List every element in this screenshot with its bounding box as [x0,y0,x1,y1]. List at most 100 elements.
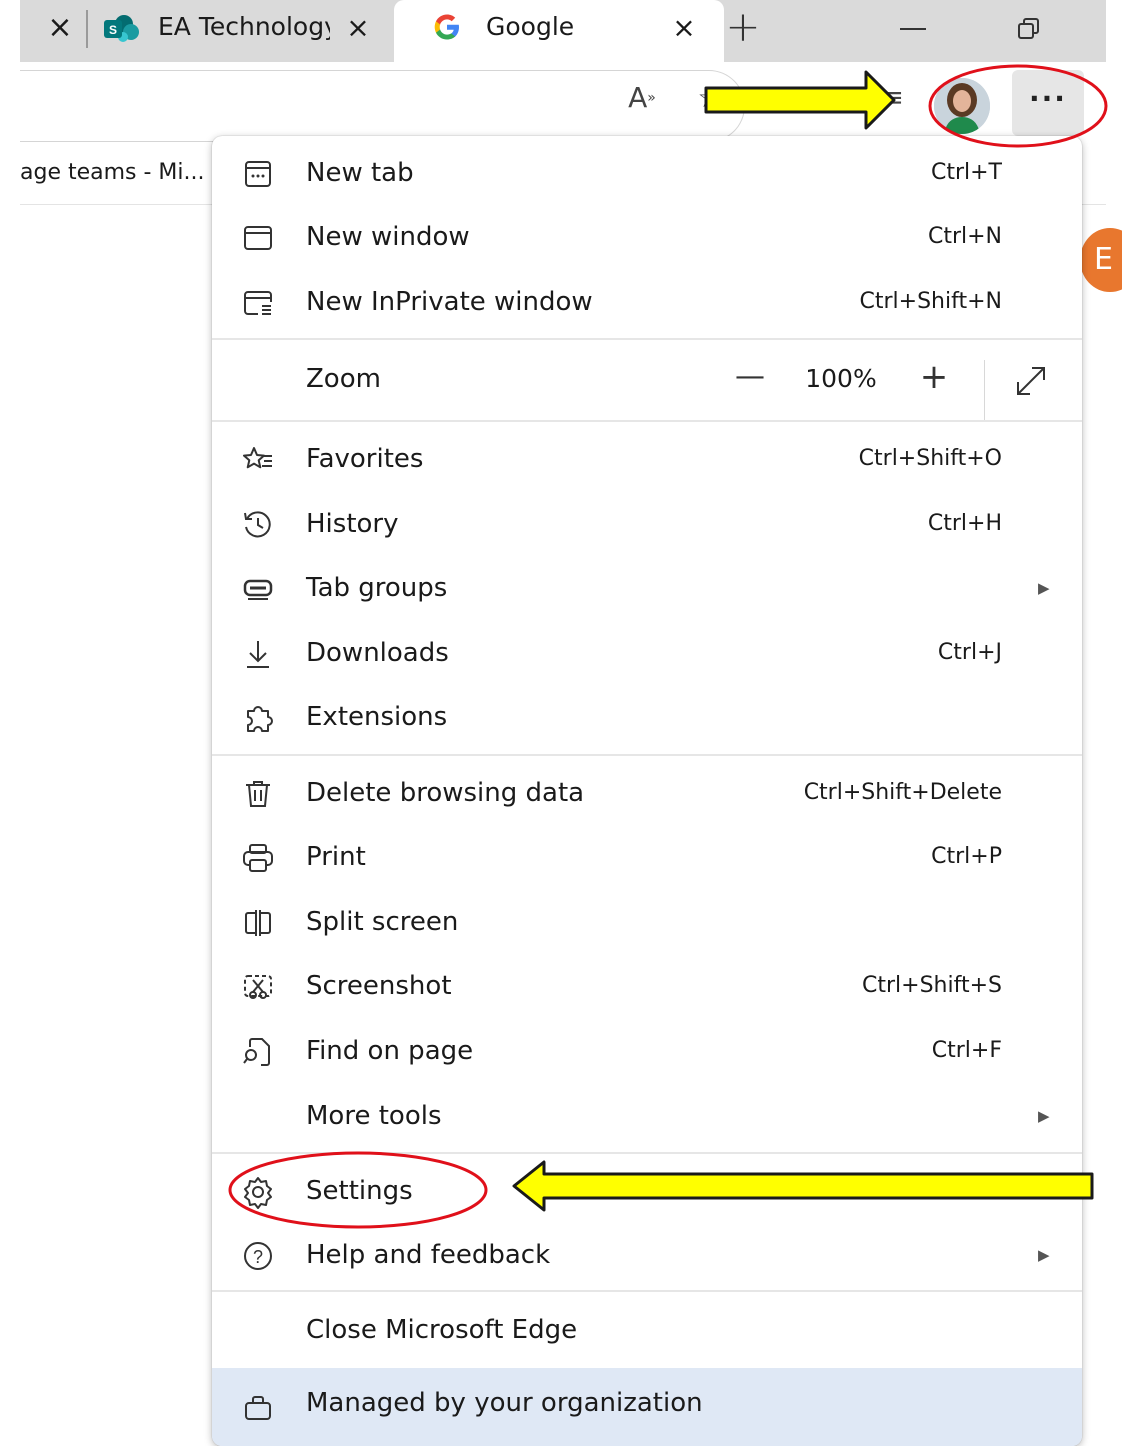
menu-label: Screenshot [306,971,452,1001]
fullscreen-icon[interactable] [1012,362,1050,400]
tab-divider [86,10,88,48]
menu-label: Split screen [306,907,459,937]
new-tab-button[interactable]: + [720,4,766,50]
menu-label: Close Microsoft Edge [306,1315,578,1345]
menu-item-downloads[interactable]: Downloads Ctrl+J [212,622,1082,684]
tab-google[interactable]: Google × [394,0,724,62]
tab-title-ea-technology[interactable]: EA Technology [158,10,330,44]
zoom-divider [984,360,985,422]
new-window-icon [240,220,276,256]
close-icon[interactable]: × [42,8,78,48]
page-edge-right [1106,0,1122,1440]
chevron-right-icon: ▶ [1038,579,1050,597]
zoom-level: 100% [805,364,877,393]
printer-icon [240,840,276,876]
new-tab-icon [240,156,276,192]
menu-shortcut: Ctrl+F [931,1038,1002,1063]
menu-label: History [306,509,399,539]
close-icon[interactable]: × [342,10,374,46]
favorites-icon [240,442,276,478]
sharepoint-icon: S [102,14,140,42]
menu-shortcut: Ctrl+N [927,224,1002,249]
split-screen-icon [240,905,276,941]
download-icon [240,636,276,672]
collections-icon[interactable]: ≡ [882,80,912,116]
menu-label: Downloads [306,638,449,668]
svg-text:?: ? [253,1247,263,1267]
menu-shortcut: Ctrl+T [930,160,1002,185]
help-icon: ? [240,1238,276,1274]
menu-item-find-on-page[interactable]: Find on page Ctrl+F [212,1020,1082,1082]
menu-shortcut: Ctrl+Shift+O [858,446,1002,471]
menu-item-new-window[interactable]: New window Ctrl+N [212,206,1082,268]
zoom-out-button[interactable]: — [732,348,768,410]
menu-item-split-screen[interactable]: Split screen [212,891,1082,953]
close-icon[interactable]: × [668,10,700,46]
inprivate-icon [240,285,276,321]
menu-shortcut: Ctrl+H [927,511,1002,536]
menu-label: Help and feedback [306,1240,551,1270]
menu-item-extensions[interactable]: Extensions [212,686,1082,748]
menu-item-new-inprivate-window[interactable]: New InPrivate window Ctrl+Shift+N [212,271,1082,333]
read-aloud-icon[interactable]: A» [622,78,662,118]
menu-separator [212,1152,1082,1154]
menu-label: Zoom [306,364,381,394]
tab-groups-icon [240,571,276,607]
bookmark-item[interactable]: age teams - Mi... [20,156,216,190]
menu-item-settings[interactable]: Settings [212,1160,1082,1222]
menu-item-screenshot[interactable]: Screenshot Ctrl+Shift+S [212,955,1082,1017]
menu-shortcut: Ctrl+P [931,844,1002,869]
minimize-icon[interactable] [900,28,926,30]
menu-shortcut: Ctrl+Shift+N [859,289,1002,314]
menu-label: Print [306,842,366,872]
restore-icon[interactable] [1016,16,1042,42]
menu-item-new-tab[interactable]: New tab Ctrl+T [212,142,1082,204]
menu-label: New InPrivate window [306,287,593,317]
menu-label: Favorites [306,444,424,474]
gear-icon [240,1174,276,1210]
page-edge-left [0,0,20,1440]
history-icon [240,507,276,543]
google-icon [432,12,462,44]
menu-item-close-microsoft-edge[interactable]: Close Microsoft Edge [212,1299,1082,1361]
extensions-icon [240,700,276,736]
menu-label: New tab [306,158,414,188]
menu-item-delete-browsing-data[interactable]: Delete browsing data Ctrl+Shift+Delete [212,762,1082,824]
screenshot-icon [240,969,276,1005]
zoom-in-button[interactable]: + [916,348,952,410]
svg-text:S: S [109,23,117,37]
menu-shortcut: Ctrl+J [937,640,1002,665]
menu-label: Managed by your organization [306,1388,703,1418]
menu-label: More tools [306,1101,442,1131]
menu-separator [212,1290,1082,1292]
menu-label: Extensions [306,702,448,732]
menu-label: Settings [306,1176,413,1206]
managed-by-org-banner[interactable]: Managed by your organization [212,1368,1082,1446]
menu-item-history[interactable]: History Ctrl+H [212,493,1082,555]
chevron-right-icon: ▶ [1038,1246,1050,1264]
find-icon [240,1034,276,1070]
menu-shortcut: Ctrl+Shift+Delete [803,780,1002,805]
tab-title-google: Google [486,12,575,41]
trash-icon [240,776,276,812]
toolbar: A» ☆ ≡ ··· [20,62,1106,144]
menu-separator [212,338,1082,340]
menu-label: Find on page [306,1036,474,1066]
menu-item-zoom: Zoom — 100% + [212,348,1082,422]
menu-item-tab-groups[interactable]: Tab groups ▶ [212,557,1082,619]
menu-item-help-and-feedback[interactable]: ? Help and feedback ▶ [212,1224,1082,1286]
more-button[interactable]: ··· [1012,70,1084,136]
menu-shortcut: Ctrl+Shift+S [862,973,1002,998]
page-account-avatar[interactable]: E [1080,228,1122,292]
menu-label: New window [306,222,470,252]
menu-item-print[interactable]: Print Ctrl+P [212,826,1082,888]
menu-separator [212,420,1082,422]
menu-separator [212,754,1082,756]
menu-label: Delete browsing data [306,778,585,808]
avatar[interactable] [934,78,990,134]
star-icon[interactable]: ☆ [692,78,728,118]
menu-item-favorites[interactable]: Favorites Ctrl+Shift+O [212,428,1082,490]
settings-and-more-menu: New tab Ctrl+T New window Ctrl+N New InP… [212,136,1082,1446]
menu-label: Tab groups [306,573,448,603]
menu-item-more-tools[interactable]: More tools ▶ [212,1085,1082,1147]
